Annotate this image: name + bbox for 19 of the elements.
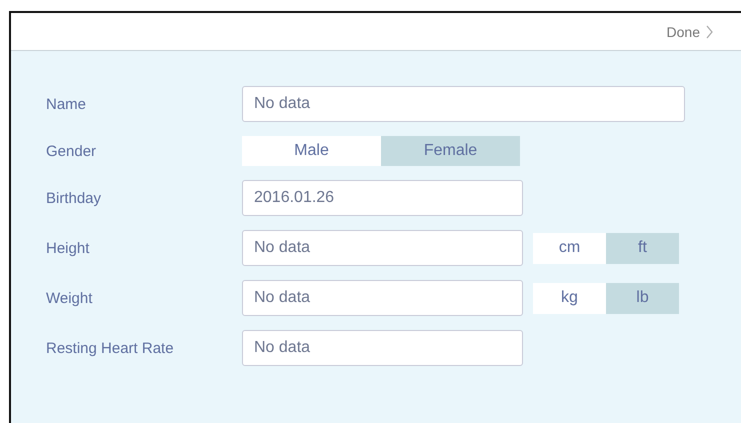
input-field[interactable]: No data	[242, 230, 523, 266]
option-toggle[interactable]: Female	[381, 136, 520, 166]
field-label: Weight	[46, 290, 94, 306]
input-field[interactable]: 2016.01.26	[242, 180, 523, 216]
unit-toggle[interactable]: lb	[606, 282, 679, 314]
field-label: Height	[46, 240, 90, 256]
input-field[interactable]: No data	[242, 330, 523, 366]
option-toggle[interactable]: Male	[242, 136, 381, 166]
input-field[interactable]: No data	[242, 86, 685, 122]
field-label: Gender	[46, 142, 98, 160]
input-field[interactable]: No data	[242, 280, 523, 316]
done-button[interactable]: Done	[666, 24, 713, 40]
field-label: Birthday	[46, 190, 102, 206]
unit-toggle[interactable]: cm	[533, 232, 606, 264]
field-label: Name	[46, 96, 88, 112]
unit-toggle[interactable]: kg	[533, 282, 606, 314]
field-label: Resting Heart Rate	[46, 340, 175, 356]
unit-toggle[interactable]: ft	[606, 232, 679, 264]
chevron-right-icon	[706, 24, 713, 38]
